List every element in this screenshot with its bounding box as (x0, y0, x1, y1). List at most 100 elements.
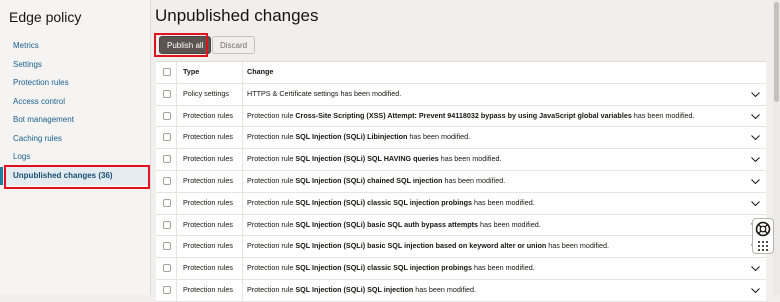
row-type: Protection rules (183, 154, 233, 164)
chevron-down-icon[interactable] (751, 266, 760, 272)
row-type: Protection rules (183, 110, 233, 120)
rule-name: SQL Injection (SQLi) basic SQL auth bypa… (295, 219, 478, 229)
row-checkbox[interactable] (163, 242, 171, 251)
row-type: Protection rules (183, 132, 233, 142)
sidebar-item-caching-rules[interactable]: Caching rules (0, 130, 150, 149)
change-prefix: Protection rule (247, 154, 296, 164)
table-row[interactable]: Protection rules Protection rule SQL Inje… (156, 258, 766, 280)
rule-name: SQL Injection (SQLi) basic SQL injection… (295, 241, 547, 251)
change-suffix: has been modified. (478, 219, 541, 229)
row-checkbox[interactable] (163, 133, 171, 142)
table-row[interactable]: Protection rules Protection rule SQL Inje… (156, 236, 766, 259)
change-suffix: has been modified. (472, 197, 535, 207)
change-suffix: HTTPS & Certificate settings has been mo… (247, 88, 402, 98)
row-type: Policy settings (183, 88, 229, 98)
sidebar-item-access-control[interactable]: Access control (0, 93, 150, 112)
row-change: Protection rule SQL Injection (SQLi) SQL… (247, 280, 476, 301)
row-change: Protection rule SQL Injection (SQLi) cla… (247, 193, 535, 214)
main-content: Unpublished changes Publish all Discard … (150, 0, 780, 302)
change-suffix: has been modified. (472, 263, 535, 273)
sidebar-item-metrics[interactable]: Metrics (0, 37, 150, 56)
row-type: Protection rules (183, 241, 233, 251)
nav-highlight-box (4, 165, 150, 189)
chevron-down-icon[interactable] (751, 157, 760, 163)
sidebar-item-bot-management[interactable]: Bot management (0, 111, 150, 130)
chevron-down-icon[interactable] (751, 135, 760, 141)
sidebar-item-protection-rules[interactable]: Protection rules (0, 74, 150, 93)
change-prefix: Protection rule (247, 241, 296, 251)
change-suffix: has been modified. (546, 241, 610, 251)
row-checkbox[interactable] (163, 285, 171, 294)
grid-dots-icon (758, 241, 768, 251)
change-suffix: has been modified. (413, 284, 477, 294)
change-prefix: Protection rule (247, 175, 296, 185)
table-row[interactable]: Protection rules Protection rule SQL Inje… (156, 127, 766, 150)
row-checkbox[interactable] (163, 198, 171, 207)
row-change: Protection rule SQL Injection (SQLi) bas… (247, 236, 609, 257)
table-row[interactable]: Protection rules Protection rule SQL Inje… (156, 214, 766, 237)
publish-highlight-box (154, 33, 208, 57)
change-suffix: has been modified. (438, 154, 502, 164)
change-suffix: has been modified. (407, 132, 471, 142)
page-scrollbar[interactable] (773, 0, 780, 295)
rule-name: SQL Injection (SQLi) Libinjection (295, 132, 408, 142)
row-checkbox[interactable] (163, 155, 171, 164)
row-checkbox[interactable] (163, 264, 171, 273)
row-change: Protection rule Cross-Site Scripting (XS… (247, 106, 695, 127)
chevron-down-icon[interactable] (751, 288, 760, 293)
column-header-change: Change (247, 67, 274, 76)
row-change: HTTPS & Certificate settings has been mo… (247, 84, 401, 105)
chevron-down-icon[interactable] (751, 179, 760, 184)
sidebar: Edge policy Metrics Settings Protection … (0, 0, 151, 295)
table-row[interactable]: Protection rules Protection rule Cross-Si… (156, 105, 766, 128)
row-change: Protection rule SQL Injection (SQLi) cha… (247, 171, 505, 192)
chevron-down-icon[interactable] (751, 91, 760, 97)
lifebuoy-icon (755, 221, 771, 251)
changes-table: Type Change Policy settings HTTPS & Certi… (156, 61, 766, 302)
row-checkbox[interactable] (163, 89, 171, 98)
change-suffix: has been modified. (442, 175, 506, 185)
row-type: Protection rules (183, 263, 233, 273)
row-change: Protection rule SQL Injection (SQLi) SQL… (247, 149, 501, 170)
row-checkbox[interactable] (163, 111, 171, 120)
chevron-down-icon[interactable] (751, 113, 760, 119)
row-checkbox[interactable] (163, 220, 171, 229)
table-header-row: Type Change (156, 62, 766, 84)
change-suffix: has been modified. (631, 110, 695, 120)
row-change: Protection rule SQL Injection (SQLi) Lib… (247, 127, 470, 148)
page-title: Unpublished changes (155, 6, 319, 25)
change-prefix: Protection rule (247, 197, 296, 207)
rule-name: SQL Injection (SQLi) classic SQL injecti… (295, 263, 472, 273)
row-type: Protection rules (183, 219, 233, 229)
row-checkbox[interactable] (163, 176, 171, 185)
sidebar-item-settings[interactable]: Settings (0, 56, 150, 75)
sidebar-item-logs[interactable]: Logs (0, 148, 150, 167)
sidebar-title: Edge policy (9, 9, 82, 25)
help-widget[interactable] (752, 218, 774, 254)
select-all-checkbox[interactable] (163, 68, 171, 76)
change-prefix: Protection rule (247, 132, 296, 142)
change-prefix: Protection rule (247, 263, 296, 273)
discard-button[interactable]: Discard (212, 36, 256, 54)
row-type: Protection rules (183, 175, 233, 185)
table-row[interactable]: Protection rules Protection rule SQL Inje… (156, 149, 766, 171)
rule-name: SQL Injection (SQLi) SQL injection (295, 284, 414, 294)
row-change: Protection rule SQL Injection (SQLi) bas… (247, 215, 541, 236)
table-row[interactable]: Protection rules Protection rule SQL Inje… (156, 170, 766, 193)
table-row[interactable]: Policy settings HTTPS & Certificate setti… (156, 83, 766, 106)
change-prefix: Protection rule (247, 110, 296, 120)
rule-name: SQL Injection (SQLi) chained SQL injecti… (295, 175, 443, 185)
chevron-down-icon[interactable] (751, 200, 760, 206)
change-prefix: Protection rule (247, 284, 296, 294)
rule-name: Cross-Site Scripting (XSS) Attempt: Prev… (295, 110, 632, 120)
table-row[interactable]: Protection rules Protection rule SQL Inje… (156, 279, 766, 302)
column-header-type: Type (183, 67, 200, 76)
row-type: Protection rules (183, 284, 233, 294)
table-row[interactable]: Protection rules Protection rule SQL Inje… (156, 192, 766, 215)
rule-name: SQL Injection (SQLi) SQL HAVING queries (295, 154, 439, 164)
scrollbar-thumb[interactable] (774, 2, 779, 102)
row-type: Protection rules (183, 197, 233, 207)
change-prefix: Protection rule (247, 219, 296, 229)
sidebar-nav: Metrics Settings Protection rules Access… (0, 37, 150, 185)
row-change: Protection rule SQL Injection (SQLi) cla… (247, 258, 535, 279)
